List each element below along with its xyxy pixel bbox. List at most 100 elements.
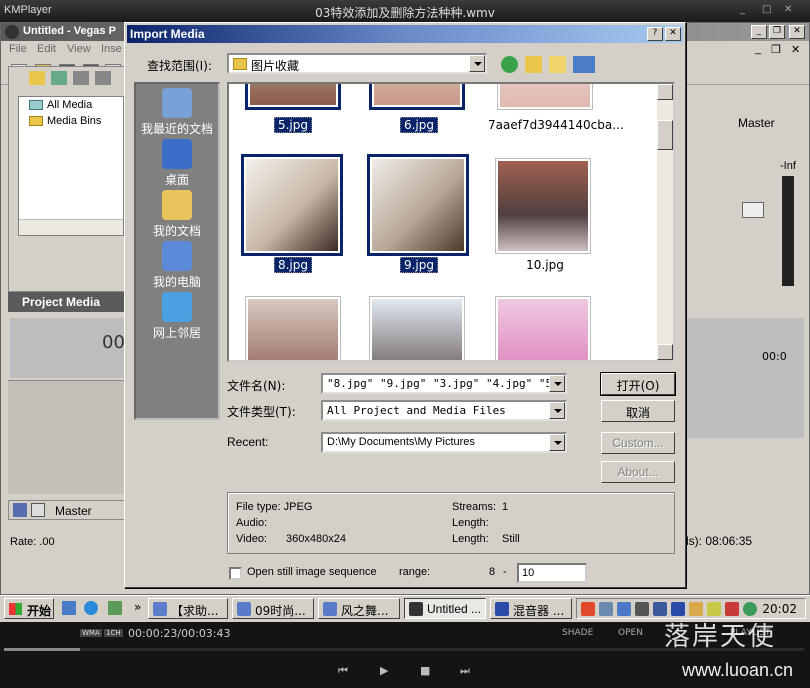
close-icon[interactable]: ✕	[784, 4, 798, 16]
lookin-combo[interactable]: 图片收藏	[227, 53, 487, 74]
file-list-scrollbar[interactable]	[657, 84, 673, 360]
scroll-up-button[interactable]	[657, 84, 673, 100]
range-to-input[interactable]: 10	[517, 563, 587, 583]
scroll-down-button[interactable]	[657, 344, 673, 360]
tree-item-all-media[interactable]: All Media	[29, 99, 92, 113]
open-button[interactable]: OPEN	[618, 628, 643, 638]
vegas-restore-button[interactable]: ❐	[769, 25, 785, 39]
taskbar-item[interactable]: 风之舞...	[318, 598, 400, 619]
filename-field[interactable]: "8.jpg" "9.jpg" "3.jpg" "4.jpg" "5.jpg"	[321, 373, 567, 394]
bus-icon[interactable]	[13, 503, 27, 517]
menu-edit[interactable]: Edit	[37, 43, 56, 55]
file-caption[interactable]: 7aaef7d3944140cba...	[485, 118, 624, 132]
ie-icon[interactable]	[84, 601, 98, 615]
about-button[interactable]: About...	[601, 461, 675, 483]
tray-icon[interactable]	[653, 602, 667, 616]
file-caption[interactable]: 5.jpg	[233, 117, 353, 133]
tree-hscroll[interactable]	[19, 219, 123, 235]
thumbnail[interactable]	[497, 84, 593, 110]
doc-close-button[interactable]: ✕	[791, 43, 800, 56]
filetype-select[interactable]: All Project and Media Files	[321, 400, 567, 421]
new-folder-icon[interactable]	[549, 56, 566, 73]
sequence-checkbox[interactable]	[229, 567, 242, 580]
scroll-thumb[interactable]	[657, 120, 673, 150]
taskbar-item[interactable]: 【求助...	[148, 598, 228, 619]
capture-icon[interactable]	[73, 71, 89, 85]
thumbnail[interactable]	[369, 296, 465, 360]
taskbar-item[interactable]: 09时尚...	[232, 598, 314, 619]
range-dash: -	[503, 566, 507, 578]
doc-minimize-button[interactable]: _	[755, 43, 761, 55]
place-network[interactable]: 网上邻居	[136, 292, 218, 341]
place-desktop[interactable]: 桌面	[136, 139, 218, 188]
chevron-down-icon[interactable]	[469, 55, 485, 72]
chevron-down-icon[interactable]	[549, 434, 565, 451]
thumbnail[interactable]	[495, 158, 591, 254]
menu-file[interactable]: File	[9, 43, 27, 55]
recent-label: Recent:	[227, 435, 269, 449]
thumbnail[interactable]	[241, 154, 343, 256]
thumbnail[interactable]	[367, 154, 469, 256]
quicklaunch-icon[interactable]	[108, 601, 122, 615]
tray-icon[interactable]	[617, 602, 631, 616]
custom-button[interactable]: Custom...	[601, 432, 675, 454]
chevron-down-icon[interactable]	[549, 402, 565, 419]
tray-icon[interactable]	[581, 602, 595, 616]
minimize-icon[interactable]: _	[740, 4, 754, 16]
tray-icon[interactable]	[671, 602, 685, 616]
quicklaunch-icon[interactable]	[62, 601, 76, 615]
shade-button[interactable]: SHADE	[562, 628, 593, 638]
doc-restore-button[interactable]: ❐	[771, 43, 781, 56]
thumbnail[interactable]	[495, 296, 591, 360]
view-menu-icon[interactable]	[573, 56, 595, 73]
back-icon[interactable]	[501, 56, 518, 73]
up-folder-icon[interactable]	[525, 56, 542, 73]
fx-icon[interactable]	[31, 503, 45, 517]
menu-insert[interactable]: Inse	[101, 43, 122, 55]
file-list[interactable]: 5.jpg 6.jpg 7aaef7d3944140cba... 8.jpg 9…	[227, 82, 675, 362]
import-icon[interactable]	[51, 71, 67, 85]
open-button[interactable]: 打开(O)	[600, 372, 676, 396]
help-button[interactable]: ?	[647, 27, 663, 41]
tray-icon[interactable]	[635, 602, 649, 616]
views-icon[interactable]	[95, 71, 111, 85]
tray-icon[interactable]	[707, 602, 721, 616]
vegas-close-button[interactable]: ✕	[789, 25, 805, 39]
thumbnail[interactable]	[245, 84, 341, 110]
stop-icon[interactable]: ■	[420, 664, 430, 677]
play-icon[interactable]: ▶	[380, 664, 388, 677]
tab-project-media[interactable]: Project Media	[8, 292, 126, 312]
maximize-icon[interactable]: □	[762, 4, 776, 16]
thumbnail[interactable]	[245, 296, 341, 360]
file-caption[interactable]: 9.jpg	[359, 257, 479, 273]
menu-view[interactable]: View	[67, 43, 91, 55]
filename-label: 文件名(N):	[227, 379, 286, 393]
chevron-down-icon[interactable]	[549, 375, 565, 392]
quicklaunch-chevron-icon[interactable]: »	[134, 600, 141, 614]
vegas-minimize-button[interactable]: _	[751, 25, 767, 39]
place-my-documents[interactable]: 我的文档	[136, 190, 218, 239]
tray-icon[interactable]	[725, 602, 739, 616]
lightning-icon[interactable]	[29, 71, 45, 85]
file-caption[interactable]: 10.jpg	[485, 258, 605, 272]
file-caption[interactable]: 6.jpg	[359, 117, 479, 133]
dialog-close-button[interactable]: ✕	[665, 27, 681, 41]
file-caption[interactable]: 8.jpg	[233, 257, 353, 273]
recent-select[interactable]: D:\My Documents\My Pictures	[321, 432, 567, 453]
tray-icon[interactable]	[743, 602, 757, 616]
tray-icon[interactable]	[689, 602, 703, 616]
next-icon[interactable]: ⏭	[460, 664, 470, 678]
start-button[interactable]: 开始	[4, 598, 54, 619]
place-label: 桌面	[164, 173, 189, 187]
tree-item-media-bins[interactable]: Media Bins	[29, 115, 101, 129]
place-my-computer[interactable]: 我的电脑	[136, 241, 218, 290]
place-recent[interactable]: 我最近的文档	[136, 88, 218, 137]
previous-icon[interactable]: ⏮	[338, 664, 348, 678]
master-fader[interactable]	[742, 202, 764, 218]
cancel-button[interactable]: 取消	[601, 400, 675, 422]
taskbar-item[interactable]: 混音器 ...	[490, 598, 572, 619]
thumbnail[interactable]	[369, 84, 465, 110]
folder-icon	[29, 116, 43, 126]
taskbar-item-active[interactable]: Untitled ...	[404, 598, 486, 619]
tray-icon[interactable]	[599, 602, 613, 616]
